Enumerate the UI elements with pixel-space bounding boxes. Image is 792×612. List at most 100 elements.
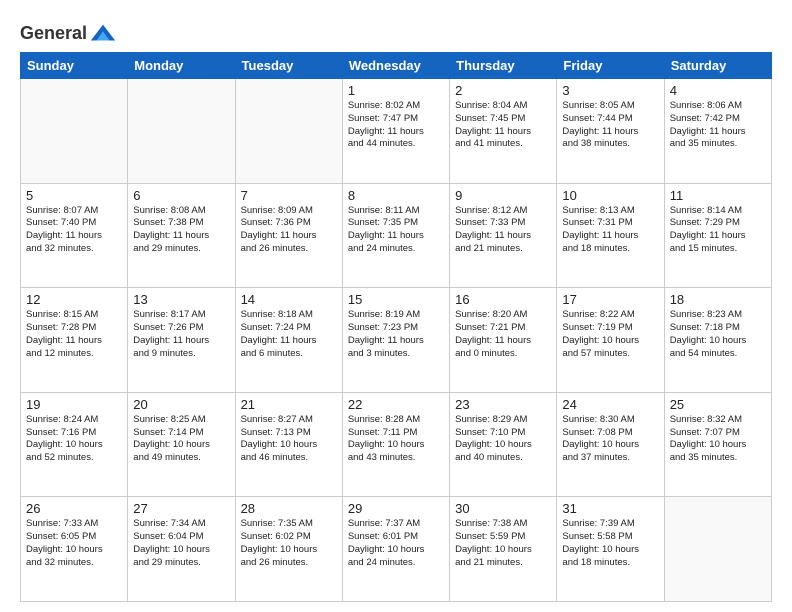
day-number: 11 — [670, 188, 766, 203]
day-number: 12 — [26, 292, 122, 307]
day-info: Sunrise: 7:39 AM Sunset: 5:58 PM Dayligh… — [562, 518, 658, 569]
day-number: 8 — [348, 188, 444, 203]
weekday-header-thursday: Thursday — [450, 53, 557, 79]
logo: General — [20, 20, 117, 44]
calendar-cell: 26Sunrise: 7:33 AM Sunset: 6:05 PM Dayli… — [21, 497, 128, 602]
calendar-cell: 10Sunrise: 8:13 AM Sunset: 7:31 PM Dayli… — [557, 183, 664, 288]
calendar-cell: 24 Sunrise: 8:30 AM Sunset: 7:08 PM Dayli… — [557, 392, 664, 497]
calendar-cell: 17Sunrise: 8:22 AM Sunset: 7:19 PM Dayli… — [557, 288, 664, 393]
calendar-cell: 14 Sunrise: 8:18 AM Sunset: 7:24 PM Dayli… — [235, 288, 342, 393]
day-number: 23 — [455, 397, 551, 412]
calendar-cell: 23 Sunrise: 8:29 AM Sunset: 7:10 PM Dayli… — [450, 392, 557, 497]
day-number: 4 — [670, 83, 766, 98]
day-number: 22 — [348, 397, 444, 412]
day-number: 17 — [562, 292, 658, 307]
day-number: 25 — [670, 397, 766, 412]
calendar-cell: 30 Sunrise: 7:38 AM Sunset: 5:59 PM Dayli… — [450, 497, 557, 602]
week-row-3: 19 Sunrise: 8:24 AM Sunset: 7:16 PM Dayli… — [21, 392, 772, 497]
day-info: Sunrise: 8:24 AM Sunset: 7:16 PM Dayligh… — [26, 414, 122, 465]
calendar-cell: 20Sunrise: 8:25 AM Sunset: 7:14 PM Dayli… — [128, 392, 235, 497]
day-info: Sunrise: 7:38 AM Sunset: 5:59 PM Dayligh… — [455, 518, 551, 569]
day-number: 9 — [455, 188, 551, 203]
day-number: 31 — [562, 501, 658, 516]
weekday-header-tuesday: Tuesday — [235, 53, 342, 79]
calendar-cell: 12 Sunrise: 8:15 AM Sunset: 7:28 PM Dayli… — [21, 288, 128, 393]
calendar-cell: 6Sunrise: 8:08 AM Sunset: 7:38 PM Daylig… — [128, 183, 235, 288]
day-number: 10 — [562, 188, 658, 203]
calendar-cell: 13 Sunrise: 8:17 AM Sunset: 7:26 PM Dayli… — [128, 288, 235, 393]
logo-general: General — [20, 24, 87, 44]
calendar-cell: 22 Sunrise: 8:28 AM Sunset: 7:11 PM Dayli… — [342, 392, 449, 497]
weekday-header-friday: Friday — [557, 53, 664, 79]
calendar-cell: 4 Sunrise: 8:06 AM Sunset: 7:42 PM Daylig… — [664, 79, 771, 184]
day-info: Sunrise: 8:05 AM Sunset: 7:44 PM Dayligh… — [562, 100, 658, 151]
day-info: Sunrise: 7:37 AM Sunset: 6:01 PM Dayligh… — [348, 518, 444, 569]
day-number: 21 — [241, 397, 337, 412]
week-row-2: 12 Sunrise: 8:15 AM Sunset: 7:28 PM Dayli… — [21, 288, 772, 393]
weekday-header-wednesday: Wednesday — [342, 53, 449, 79]
calendar-cell — [21, 79, 128, 184]
weekday-header-saturday: Saturday — [664, 53, 771, 79]
day-info: Sunrise: 8:12 AM Sunset: 7:33 PM Dayligh… — [455, 205, 551, 256]
logo-icon — [89, 20, 117, 48]
day-info: Sunrise: 8:11 AM Sunset: 7:35 PM Dayligh… — [348, 205, 444, 256]
calendar-cell: 19 Sunrise: 8:24 AM Sunset: 7:16 PM Dayli… — [21, 392, 128, 497]
calendar-cell: 27 Sunrise: 7:34 AM Sunset: 6:04 PM Dayli… — [128, 497, 235, 602]
calendar-cell: 9 Sunrise: 8:12 AM Sunset: 7:33 PM Daylig… — [450, 183, 557, 288]
weekday-header-row: SundayMondayTuesdayWednesdayThursdayFrid… — [21, 53, 772, 79]
day-number: 15 — [348, 292, 444, 307]
day-number: 27 — [133, 501, 229, 516]
calendar-table: SundayMondayTuesdayWednesdayThursdayFrid… — [20, 52, 772, 602]
day-number: 26 — [26, 501, 122, 516]
day-info: Sunrise: 8:17 AM Sunset: 7:26 PM Dayligh… — [133, 309, 229, 360]
day-info: Sunrise: 8:27 AM Sunset: 7:13 PM Dayligh… — [241, 414, 337, 465]
day-number: 19 — [26, 397, 122, 412]
calendar-cell: 25 Sunrise: 8:32 AM Sunset: 7:07 PM Dayli… — [664, 392, 771, 497]
calendar-cell — [128, 79, 235, 184]
day-info: Sunrise: 8:20 AM Sunset: 7:21 PM Dayligh… — [455, 309, 551, 360]
day-info: Sunrise: 8:04 AM Sunset: 7:45 PM Dayligh… — [455, 100, 551, 151]
day-info: Sunrise: 8:19 AM Sunset: 7:23 PM Dayligh… — [348, 309, 444, 360]
day-number: 14 — [241, 292, 337, 307]
day-info: Sunrise: 8:15 AM Sunset: 7:28 PM Dayligh… — [26, 309, 122, 360]
calendar-cell: 8 Sunrise: 8:11 AM Sunset: 7:35 PM Daylig… — [342, 183, 449, 288]
weekday-header-sunday: Sunday — [21, 53, 128, 79]
day-info: Sunrise: 7:35 AM Sunset: 6:02 PM Dayligh… — [241, 518, 337, 569]
day-info: Sunrise: 8:14 AM Sunset: 7:29 PM Dayligh… — [670, 205, 766, 256]
day-info: Sunrise: 8:29 AM Sunset: 7:10 PM Dayligh… — [455, 414, 551, 465]
calendar-cell: 1 Sunrise: 8:02 AM Sunset: 7:47 PM Daylig… — [342, 79, 449, 184]
day-number: 24 — [562, 397, 658, 412]
day-info: Sunrise: 8:28 AM Sunset: 7:11 PM Dayligh… — [348, 414, 444, 465]
day-info: Sunrise: 7:34 AM Sunset: 6:04 PM Dayligh… — [133, 518, 229, 569]
day-info: Sunrise: 8:09 AM Sunset: 7:36 PM Dayligh… — [241, 205, 337, 256]
calendar-cell: 16 Sunrise: 8:20 AM Sunset: 7:21 PM Dayli… — [450, 288, 557, 393]
calendar-cell: 18 Sunrise: 8:23 AM Sunset: 7:18 PM Dayli… — [664, 288, 771, 393]
day-number: 1 — [348, 83, 444, 98]
day-info: Sunrise: 8:23 AM Sunset: 7:18 PM Dayligh… — [670, 309, 766, 360]
day-number: 13 — [133, 292, 229, 307]
day-info: Sunrise: 8:30 AM Sunset: 7:08 PM Dayligh… — [562, 414, 658, 465]
calendar-cell: 31 Sunrise: 7:39 AM Sunset: 5:58 PM Dayli… — [557, 497, 664, 602]
calendar-cell: 2 Sunrise: 8:04 AM Sunset: 7:45 PM Daylig… — [450, 79, 557, 184]
calendar-cell: 5 Sunrise: 8:07 AM Sunset: 7:40 PM Daylig… — [21, 183, 128, 288]
day-number: 29 — [348, 501, 444, 516]
day-info: Sunrise: 8:32 AM Sunset: 7:07 PM Dayligh… — [670, 414, 766, 465]
day-info: Sunrise: 8:02 AM Sunset: 7:47 PM Dayligh… — [348, 100, 444, 151]
day-info: Sunrise: 8:06 AM Sunset: 7:42 PM Dayligh… — [670, 100, 766, 151]
calendar-cell: 11 Sunrise: 8:14 AM Sunset: 7:29 PM Dayli… — [664, 183, 771, 288]
day-number: 6 — [133, 188, 229, 203]
week-row-1: 5 Sunrise: 8:07 AM Sunset: 7:40 PM Daylig… — [21, 183, 772, 288]
day-number: 30 — [455, 501, 551, 516]
day-number: 20 — [133, 397, 229, 412]
day-number: 5 — [26, 188, 122, 203]
day-number: 2 — [455, 83, 551, 98]
day-number: 18 — [670, 292, 766, 307]
calendar-cell: 15 Sunrise: 8:19 AM Sunset: 7:23 PM Dayli… — [342, 288, 449, 393]
calendar-cell: 28Sunrise: 7:35 AM Sunset: 6:02 PM Dayli… — [235, 497, 342, 602]
header: General — [20, 16, 772, 44]
day-info: Sunrise: 8:18 AM Sunset: 7:24 PM Dayligh… — [241, 309, 337, 360]
calendar-cell: 3 Sunrise: 8:05 AM Sunset: 7:44 PM Daylig… — [557, 79, 664, 184]
day-number: 3 — [562, 83, 658, 98]
day-info: Sunrise: 8:07 AM Sunset: 7:40 PM Dayligh… — [26, 205, 122, 256]
day-number: 16 — [455, 292, 551, 307]
